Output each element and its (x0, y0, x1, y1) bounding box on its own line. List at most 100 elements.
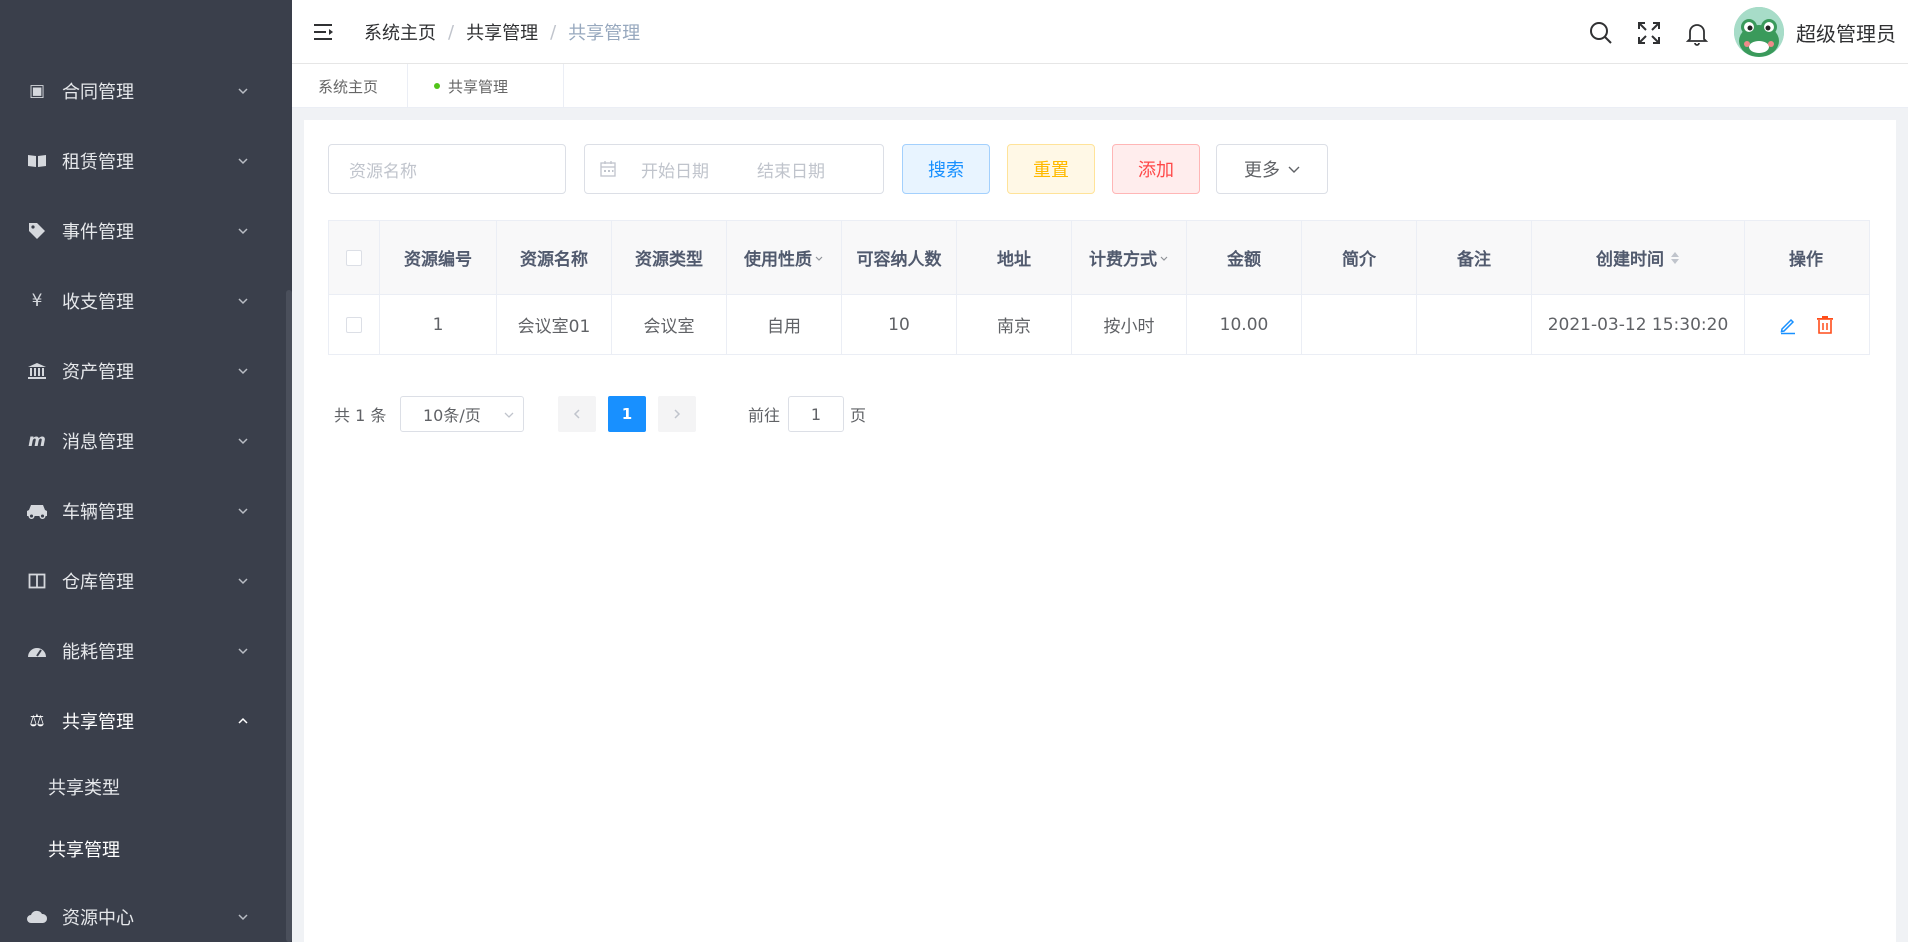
column-header: 可容纳人数 (842, 221, 957, 294)
sidebar-item-contract[interactable]: ▣ 合同管理 (0, 56, 286, 126)
start-date-placeholder[interactable]: 开始日期 (641, 157, 757, 182)
sidebar-scrollbar[interactable] (286, 290, 292, 942)
column-header: 资源名称 (497, 221, 612, 294)
column-header-billing-filter[interactable]: 计费方式 (1072, 221, 1187, 294)
sidebar-item-label: 资产管理 (62, 362, 134, 383)
tag-icon (26, 222, 48, 240)
table-cell: 会议室 (612, 295, 727, 354)
column-header: 操作 (1789, 250, 1823, 270)
yen-icon: ¥ (31, 291, 43, 311)
contract-icon: ▣ (28, 81, 46, 101)
sidebar-item-label: 收支管理 (62, 292, 134, 313)
resource-name-input[interactable]: 资源名称 (328, 144, 566, 194)
sidebar-item-label: 车辆管理 (62, 502, 134, 523)
filter-caret-icon[interactable] (1159, 253, 1169, 263)
avatar[interactable] (1734, 7, 1784, 57)
next-page-button[interactable] (658, 396, 696, 432)
sidebar-item-vehicles[interactable]: 车辆管理 (0, 476, 286, 546)
sidebar-subitem-label: 共享类型 (48, 778, 120, 799)
resource-name-placeholder: 资源名称 (349, 161, 417, 182)
column-header-created-sortable[interactable]: 创建时间 (1532, 221, 1745, 294)
column-header-label: 创建时间 (1596, 250, 1664, 270)
chevron-right-icon (674, 409, 681, 419)
more-dropdown-button[interactable]: 更多 (1216, 144, 1328, 194)
pagination: 共 1 条 10条/页 1 前往 1 页 (328, 396, 1128, 432)
table-header-row: 资源编号 资源名称 资源类型 使用性质 可容纳人数 地址 计费方式 金额 简介 … (329, 221, 1869, 295)
select-all-checkbox[interactable] (346, 249, 362, 266)
main-content: 资源名称 开始日期 结束日期 搜索 重置 添加 更多 资源编号 资源名称 资源类… (304, 120, 1896, 942)
breadcrumb-current: 共享管理 (568, 23, 641, 44)
column-header-label: 使用性质 (744, 250, 812, 270)
row-actions (1745, 295, 1867, 354)
tag-share-management[interactable]: 共享管理 (408, 64, 564, 108)
pagination-jumper: 前往 1 页 (748, 396, 866, 432)
dashboard-icon (26, 642, 48, 660)
table-cell: 2021-03-12 15:30:20 (1532, 295, 1745, 354)
menu-fold-icon[interactable] (312, 20, 336, 44)
sidebar-item-warehouse[interactable]: 仓库管理 (0, 546, 286, 616)
chevron-down-icon (238, 508, 248, 515)
sidebar-subitem-label: 共享管理 (48, 840, 120, 861)
date-range-picker[interactable]: 开始日期 结束日期 (584, 144, 884, 194)
sidebar-item-finance[interactable]: ¥ 收支管理 (0, 266, 286, 336)
add-button[interactable]: 添加 (1112, 144, 1200, 194)
bank-icon (26, 362, 48, 380)
goto-page-input[interactable]: 1 (788, 396, 845, 432)
fullscreen-icon[interactable] (1636, 20, 1662, 46)
table-row: 1 会议室01 会议室 自用 10 南京 按小时 10.00 2021-03-1… (329, 295, 1869, 354)
header-select-all (329, 221, 380, 294)
breadcrumb-separator: / (448, 21, 455, 43)
sidebar-subitem-share-management[interactable]: 共享管理 (0, 818, 286, 880)
search-icon[interactable] (1588, 20, 1614, 46)
end-date-placeholder[interactable]: 结束日期 (757, 157, 825, 182)
table-cell: 南京 (957, 295, 1072, 354)
more-label: 更多 (1244, 160, 1280, 181)
column-header-label: 计费方式 (1089, 250, 1157, 270)
tag-label: 共享管理 (448, 77, 509, 96)
cloud-icon (26, 909, 48, 925)
sidebar-item-messages[interactable]: m 消息管理 (0, 406, 286, 476)
sidebar-item-resources[interactable]: 资源中心 (0, 882, 286, 942)
delete-icon[interactable] (1816, 315, 1834, 335)
breadcrumb: 系统主页 / 共享管理 / 共享管理 (364, 0, 640, 64)
sidebar-item-assets[interactable]: 资产管理 (0, 336, 286, 406)
sidebar-item-events[interactable]: 事件管理 (0, 196, 286, 266)
username[interactable]: 超级管理员 (1796, 0, 1896, 64)
sidebar-item-label: 租赁管理 (62, 152, 134, 173)
prev-page-button[interactable] (558, 396, 596, 432)
tag-label: 系统主页 (318, 77, 379, 96)
filter-caret-icon[interactable] (814, 253, 824, 263)
bell-icon[interactable] (1684, 20, 1710, 46)
tag-home[interactable]: 系统主页 (292, 64, 408, 108)
table-cell: 按小时 (1072, 295, 1187, 354)
sidebar-item-energy[interactable]: 能耗管理 (0, 616, 286, 686)
sort-caret-icon[interactable] (1670, 250, 1680, 266)
sidebar-item-sharing[interactable]: ⚖ 共享管理 (0, 686, 286, 756)
column-header-usage-filter[interactable]: 使用性质 (727, 221, 842, 294)
page-number-button[interactable]: 1 (608, 396, 646, 432)
chevron-down-icon (238, 914, 248, 921)
share-icon: ⚖ (29, 711, 45, 731)
page-size-select[interactable]: 10条/页 (400, 396, 524, 432)
sidebar-item-label: 仓库管理 (62, 572, 134, 593)
column-header: 资源类型 (612, 221, 727, 294)
resource-table: 资源编号 资源名称 资源类型 使用性质 可容纳人数 地址 计费方式 金额 简介 … (328, 220, 1870, 355)
edit-icon[interactable] (1778, 315, 1798, 335)
top-navbar: 系统主页 / 共享管理 / 共享管理 超级管理员 (292, 0, 1908, 64)
chevron-down-icon (238, 578, 248, 585)
message-icon: m (28, 431, 46, 451)
table-cell (1417, 295, 1532, 354)
goto-suffix: 页 (850, 406, 867, 425)
breadcrumb-home[interactable]: 系统主页 (364, 19, 436, 45)
warehouse-icon (26, 572, 48, 590)
chevron-down-icon (238, 158, 248, 165)
sidebar-subitem-share-types[interactable]: 共享类型 (0, 756, 286, 818)
calendar-icon (600, 161, 616, 177)
table-cell: 自用 (727, 295, 842, 354)
reset-button[interactable]: 重置 (1007, 144, 1095, 194)
sidebar-item-label: 消息管理 (62, 432, 134, 453)
row-checkbox[interactable] (346, 316, 362, 333)
search-button[interactable]: 搜索 (902, 144, 990, 194)
sidebar-item-lease[interactable]: 租赁管理 (0, 126, 286, 196)
breadcrumb-sharing[interactable]: 共享管理 (466, 19, 538, 45)
